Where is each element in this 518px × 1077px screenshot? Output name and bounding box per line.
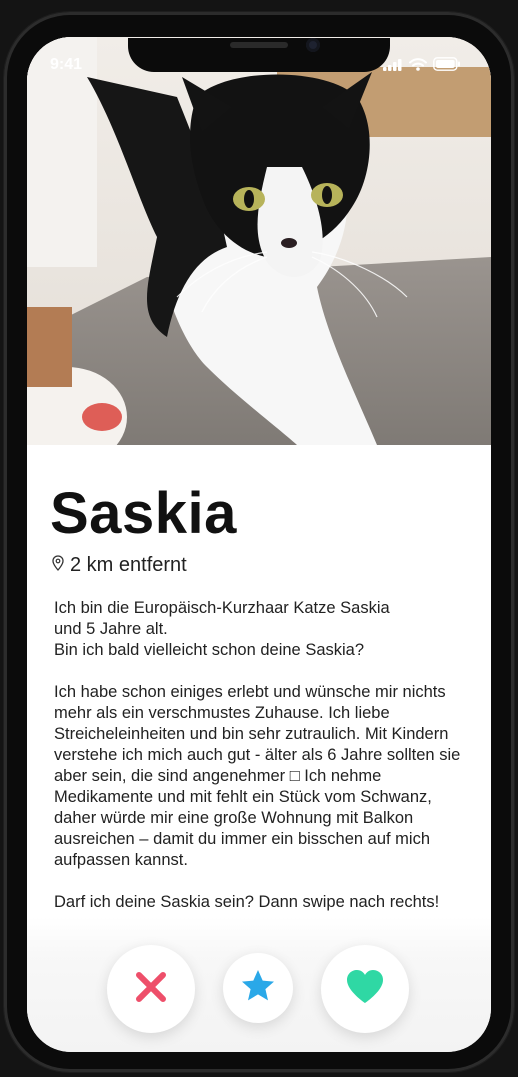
nope-button[interactable] (107, 945, 195, 1033)
action-bar (27, 937, 491, 1037)
distance-row: 2 km entfernt (52, 554, 187, 577)
profile-photo[interactable] (27, 37, 491, 445)
front-camera (306, 38, 320, 52)
bio-paragraph: Darf ich deine Saskia sein? Dann swipe n… (54, 893, 440, 911)
status-icons (383, 57, 461, 76)
bio-paragraph: Ich habe schon einiges erlebt und wünsch… (54, 683, 461, 869)
speaker-grille (230, 42, 288, 48)
close-icon (134, 970, 168, 1009)
bio-paragraph: Ich bin die Europäisch-Kurzhaar Katze Sa… (54, 599, 390, 659)
location-pin-icon (52, 554, 64, 577)
profile-bio: Ich bin die Europäisch-Kurzhaar Katze Sa… (54, 598, 470, 934)
super-like-button[interactable] (223, 953, 293, 1023)
star-icon (240, 968, 276, 1009)
distance-text: 2 km entfernt (70, 554, 187, 576)
heart-icon (345, 969, 385, 1010)
cat-photo-illustration (27, 37, 491, 445)
like-button[interactable] (321, 945, 409, 1033)
profile-name: Saskia (50, 481, 237, 546)
wifi-icon (409, 57, 427, 76)
battery-icon (433, 57, 461, 76)
signal-icon (383, 58, 403, 76)
status-time: 9:41 (50, 56, 83, 73)
screen: Saskia 2 km entfernt Ich bin die Europäi… (27, 37, 491, 1052)
